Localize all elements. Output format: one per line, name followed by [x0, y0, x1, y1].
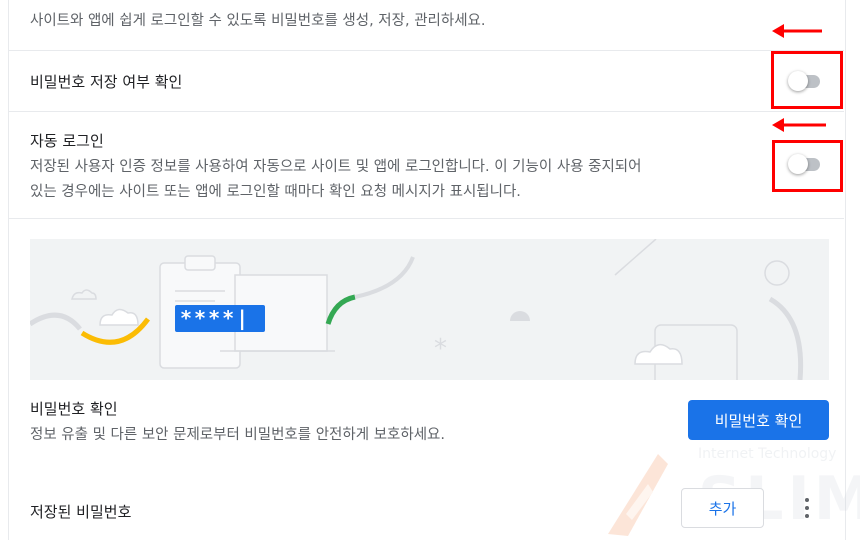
annotation-arrow-left-icon: [772, 24, 822, 38]
password-checkup-banner: * ****|: [30, 239, 829, 380]
divider: [8, 218, 844, 219]
saved-passwords-title: 저장된 비밀번호: [30, 503, 132, 521]
password-checkup-title: 비밀번호 확인: [30, 400, 118, 418]
watermark-subtitle: Internet Technology: [698, 446, 837, 462]
annotation-box-offer-to-save: [771, 51, 843, 109]
auto-signin-label: 자동 로그인: [30, 132, 104, 150]
password-checkup-description: 정보 유출 및 다른 보안 문제로부터 비밀번호를 안전하게 보호하세요.: [30, 427, 445, 443]
svg-text:*: *: [434, 334, 447, 364]
password-mask-text: ****|: [180, 306, 251, 330]
add-password-button[interactable]: 추가: [681, 488, 764, 528]
auto-signin-description-line1: 저장된 사용자 인증 정보를 사용하여 자동으로 사이트 및 앱에 로그인합니다…: [30, 159, 642, 175]
annotation-box-auto-signin: [772, 140, 843, 192]
check-passwords-button[interactable]: 비밀번호 확인: [688, 400, 829, 440]
offer-to-save-label: 비밀번호 저장 여부 확인: [30, 73, 183, 91]
divider: [8, 111, 844, 112]
more-actions-icon[interactable]: [797, 494, 817, 522]
annotation-arrow-left-icon: [772, 118, 826, 132]
auto-signin-description-line2: 있는 경우에는 사이트 또는 앱에 로그인할 때마다 확인 요청 메시지가 표시…: [30, 184, 521, 200]
divider: [8, 50, 844, 51]
password-illustration: *: [30, 239, 804, 380]
passwords-intro-text: 사이트와 앱에 쉽게 로그인할 수 있도록 비밀번호를 생성, 저장, 관리하세…: [30, 13, 486, 29]
